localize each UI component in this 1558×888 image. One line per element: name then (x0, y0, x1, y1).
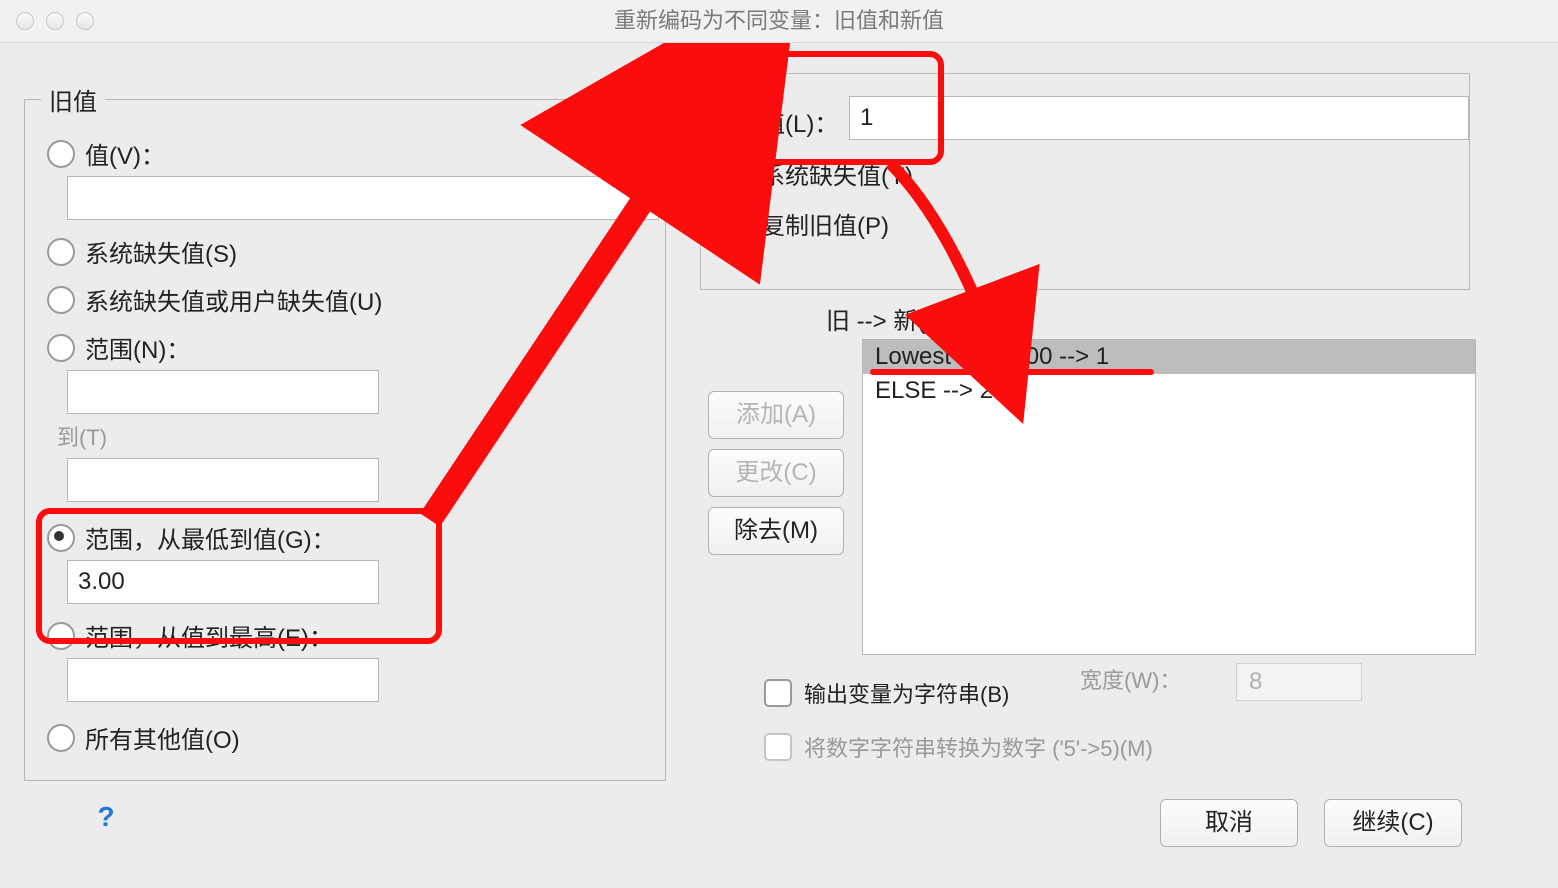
input-lowest-value[interactable]: 3.00 (67, 560, 379, 604)
radio-highest-e[interactable] (47, 622, 75, 650)
new-value-group: 新值 值(L)： 1 系统缺失值(Y) 复制旧值(P) (700, 73, 1470, 290)
list-item[interactable]: Lowest thru 3.00 --> 1 (863, 340, 1475, 374)
input-range-to[interactable] (67, 458, 379, 502)
minimize-icon[interactable] (46, 12, 64, 30)
input-value-l[interactable]: 1 (849, 96, 1469, 140)
window-controls (16, 12, 94, 30)
input-value-v[interactable] (67, 176, 659, 220)
label-range-n: 范围(N)： (85, 330, 190, 365)
add-button[interactable]: 添加(A) (708, 391, 844, 439)
list-item[interactable]: ELSE --> 2 (863, 374, 1475, 408)
input-width: 8 (1236, 663, 1362, 701)
label-value-l: 值(L)： (761, 104, 838, 139)
radio-value-v[interactable] (47, 140, 75, 168)
checkbox-convert-numeric (764, 733, 792, 761)
label-lowest-g: 范围，从最低到值(G)： (85, 520, 336, 555)
label-copy-p: 复制旧值(P) (761, 206, 889, 241)
new-value-title: 新值 (717, 56, 781, 91)
radio-lowest-g[interactable] (47, 524, 75, 552)
label-output-string: 输出变量为字符串(B) (804, 677, 1009, 709)
mapping-listbox[interactable]: Lowest thru 3.00 --> 1 ELSE --> 2 (862, 339, 1476, 655)
label-width: 宽度(W)： (1080, 663, 1181, 695)
label-sysuser-u: 系统缺失值或用户缺失值(U) (85, 282, 382, 317)
close-icon[interactable] (16, 12, 34, 30)
radio-copy-p[interactable] (723, 210, 751, 238)
radio-sysmis-s[interactable] (47, 238, 75, 266)
checkbox-output-string[interactable] (764, 679, 792, 707)
input-highest-value[interactable] (67, 658, 379, 702)
old-value-title: 旧值 (41, 82, 105, 117)
radio-value-l[interactable] (723, 108, 751, 136)
remove-button[interactable]: 除去(M) (708, 507, 844, 555)
old-value-group: 旧值 值(V)： 系统缺失值(S) 系统缺失值或用户缺失值(U) 范围(N)： … (24, 99, 666, 781)
radio-sysuser-u[interactable] (47, 286, 75, 314)
window-title: 重新编码为不同变量：旧值和新值 (614, 8, 944, 33)
label-sysmis-s: 系统缺失值(S) (85, 234, 237, 269)
label-highest-e: 范围，从值到最高(E)： (85, 618, 333, 653)
change-button[interactable]: 更改(C) (708, 449, 844, 497)
help-icon[interactable]: ? (88, 799, 124, 835)
input-range-from[interactable] (67, 370, 379, 414)
radio-range-n[interactable] (47, 334, 75, 362)
label-sysmis-y: 系统缺失值(Y) (761, 156, 913, 191)
window-titlebar: 重新编码为不同变量：旧值和新值 (0, 0, 1558, 43)
label-old-new: 旧 --> 新(D)： (826, 301, 975, 336)
zoom-icon[interactable] (76, 12, 94, 30)
radio-sysmis-y[interactable] (723, 160, 751, 188)
label-value-v: 值(V)： (85, 136, 165, 171)
radio-else-o[interactable] (47, 724, 75, 752)
label-range-to: 到(T) (57, 420, 107, 452)
continue-button[interactable]: 继续(C) (1324, 799, 1462, 847)
label-convert-numeric: 将数字字符串转换为数字 ('5'->5)(M) (804, 731, 1153, 763)
cancel-button[interactable]: 取消 (1160, 799, 1298, 847)
label-else-o: 所有其他值(O) (85, 720, 240, 755)
